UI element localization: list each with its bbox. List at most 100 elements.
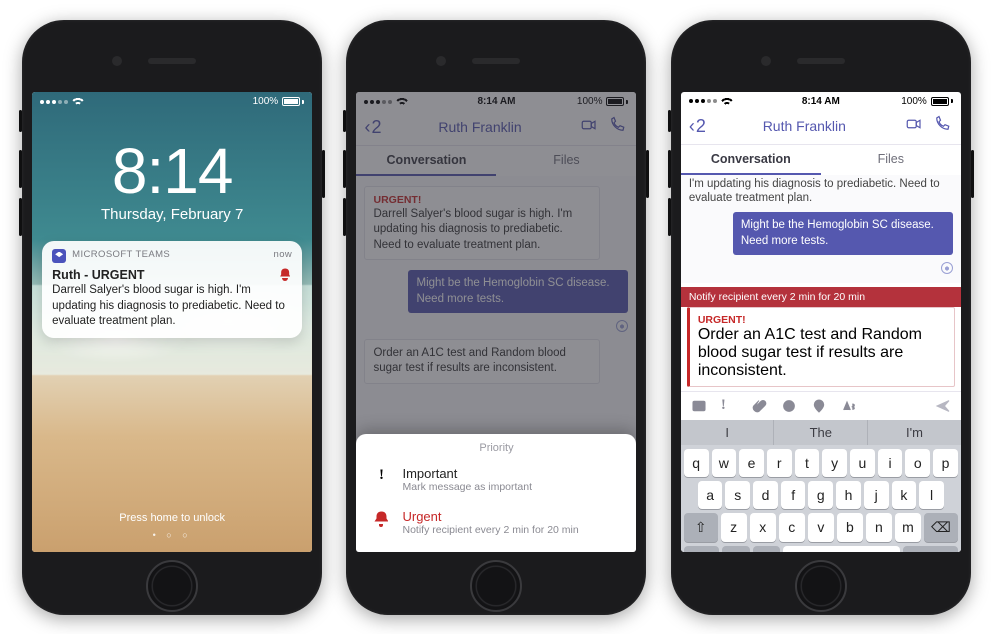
key-x[interactable]: x xyxy=(750,513,776,542)
key-f[interactable]: f xyxy=(781,481,806,509)
notification-title: Ruth - URGENT xyxy=(52,267,144,284)
key-return[interactable]: return xyxy=(903,546,958,552)
key-w[interactable]: w xyxy=(712,449,737,477)
video-icon xyxy=(905,115,923,133)
predict-2[interactable]: The xyxy=(774,420,868,445)
key-y[interactable]: y xyxy=(822,449,847,477)
battery-icon xyxy=(931,97,953,106)
message-truncated: I'm updating his diagnosis to prediabeti… xyxy=(681,175,961,207)
back-button[interactable]: ‹ 2 xyxy=(689,116,706,137)
key-k[interactable]: k xyxy=(892,481,917,509)
battery-pct: 100% xyxy=(253,96,279,107)
notification-app: MICROSOFT TEAMS xyxy=(72,249,170,262)
key-g[interactable]: g xyxy=(808,481,833,509)
format-icon[interactable] xyxy=(841,398,857,414)
priority-sheet: Priority ! Important Mark message as imp… xyxy=(356,434,636,552)
key-emoji[interactable]: 😊 xyxy=(722,546,749,552)
lock-date: Thursday, February 7 xyxy=(32,206,312,223)
key-u[interactable]: u xyxy=(850,449,875,477)
key-b[interactable]: b xyxy=(837,513,863,542)
battery-pct: 100% xyxy=(901,96,927,107)
important-sub: Mark message as important xyxy=(402,481,532,493)
image-icon[interactable] xyxy=(691,398,707,414)
home-button[interactable] xyxy=(146,560,198,612)
send-button[interactable] xyxy=(935,398,951,414)
key-s[interactable]: s xyxy=(725,481,750,509)
key-i[interactable]: i xyxy=(878,449,903,477)
video-call-button[interactable] xyxy=(903,115,925,138)
battery-icon xyxy=(282,97,304,106)
status-bar: 100% xyxy=(32,92,312,112)
attach-icon[interactable] xyxy=(751,398,767,414)
chat-navbar: ‹ 2 Ruth Franklin xyxy=(681,111,961,145)
unlock-hint: Press home to unlock xyxy=(32,512,312,524)
key-v[interactable]: v xyxy=(808,513,834,542)
notification-time: now xyxy=(274,249,293,262)
key-o[interactable]: o xyxy=(905,449,930,477)
key-q[interactable]: q xyxy=(684,449,709,477)
key-l[interactable]: l xyxy=(919,481,944,509)
status-bar: 8:14 AM 100% xyxy=(681,92,961,111)
urgent-label: URGENT! xyxy=(698,314,946,326)
keyboard-predictions: I The I'm xyxy=(681,420,961,445)
urgent-banner: Notify recipient every 2 min for 20 min xyxy=(681,287,961,307)
wifi-icon xyxy=(72,97,84,106)
key-123[interactable]: 123 xyxy=(684,546,719,552)
priority-urgent[interactable]: Urgent Notify recipient every 2 min for … xyxy=(356,501,636,544)
contact-name[interactable]: Ruth Franklin xyxy=(712,118,897,134)
predict-1[interactable]: I xyxy=(681,420,775,445)
chat-tabs: Conversation Files xyxy=(681,145,961,175)
key-n[interactable]: n xyxy=(866,513,892,542)
lock-clock: 8:14 xyxy=(32,134,312,208)
compose-urgent-message[interactable]: URGENT! Order an A1C test and Random blo… xyxy=(687,307,955,387)
key-mic[interactable]: 🎤 xyxy=(753,546,780,552)
notification-body: Darrell Salyer's blood sugar is high. I'… xyxy=(52,283,292,330)
key-m[interactable]: m xyxy=(895,513,921,542)
phone-chat-compose-urgent: 8:14 AM 100% ‹ 2 Ruth Franklin Conversat… xyxy=(671,20,971,615)
priority-important[interactable]: ! Important Mark message as important xyxy=(356,458,636,501)
compose-text: Order an A1C test and Random blood sugar… xyxy=(698,326,946,380)
read-receipt-icon xyxy=(941,262,953,274)
key-space[interactable]: space xyxy=(783,546,900,552)
urgent-bell-icon xyxy=(278,267,292,281)
key-p[interactable]: p xyxy=(933,449,958,477)
sheet-title: Priority xyxy=(356,440,636,458)
priority-button[interactable]: ! xyxy=(721,398,737,414)
important-label: Important xyxy=(402,466,532,481)
key-backspace[interactable]: ⌫ xyxy=(924,513,958,542)
tab-files[interactable]: Files xyxy=(821,145,961,175)
key-r[interactable]: r xyxy=(767,449,792,477)
keyboard: qwertyuiop asdfghjkl ⇧ zxcvbnm ⌫ 123 😊 🎤… xyxy=(681,445,961,552)
back-count: 2 xyxy=(696,116,706,137)
message-outgoing[interactable]: Might be the Hemoglobin SC disease. Need… xyxy=(733,212,953,255)
key-j[interactable]: j xyxy=(864,481,889,509)
page-dots: • ○ ○ xyxy=(32,530,312,540)
urgent-sub: Notify recipient every 2 min for 20 min xyxy=(402,524,578,536)
audio-call-button[interactable] xyxy=(931,115,953,138)
status-time: 8:14 AM xyxy=(802,96,840,107)
compose-toolbar: ! xyxy=(681,391,961,420)
key-d[interactable]: d xyxy=(753,481,778,509)
mention-icon[interactable] xyxy=(781,398,797,414)
notification-card[interactable]: MICROSOFT TEAMS now Ruth - URGENT Darrel… xyxy=(42,241,302,338)
key-c[interactable]: c xyxy=(779,513,805,542)
phone-icon xyxy=(933,115,951,133)
location-icon[interactable] xyxy=(811,398,827,414)
key-z[interactable]: z xyxy=(721,513,747,542)
key-t[interactable]: t xyxy=(795,449,820,477)
key-e[interactable]: e xyxy=(739,449,764,477)
urgent-bell-icon xyxy=(374,511,388,525)
important-icon: ! xyxy=(379,468,384,483)
tab-conversation[interactable]: Conversation xyxy=(681,145,821,175)
home-button[interactable] xyxy=(470,560,522,612)
teams-app-icon xyxy=(52,249,66,263)
home-button[interactable] xyxy=(795,560,847,612)
wifi-icon xyxy=(721,97,733,106)
key-a[interactable]: a xyxy=(698,481,723,509)
predict-3[interactable]: I'm xyxy=(868,420,961,445)
key-h[interactable]: h xyxy=(836,481,861,509)
phone-lockscreen: 100% 8:14 Thursday, February 7 MICROSOFT… xyxy=(22,20,322,615)
phone-chat-priority-sheet: 8:14 AM 100% ‹ 2 Ruth Franklin Conversat… xyxy=(346,20,646,615)
signal-icon xyxy=(40,100,68,104)
key-shift[interactable]: ⇧ xyxy=(684,513,718,542)
